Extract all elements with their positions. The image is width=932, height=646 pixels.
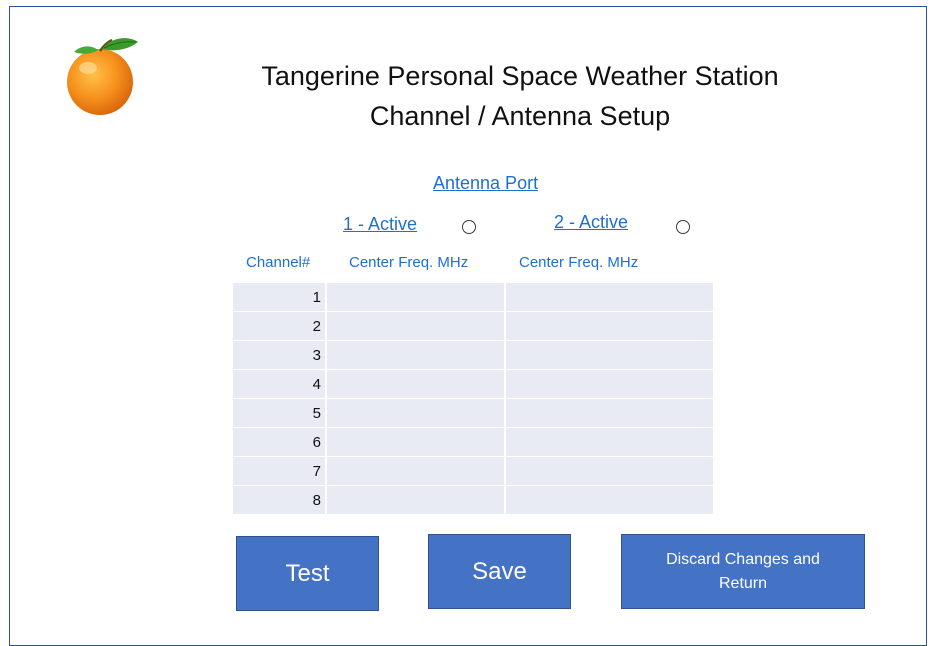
page-subtitle: Channel / Antenna Setup — [369, 101, 671, 131]
channel-number: 2 — [233, 312, 325, 340]
freq2-input[interactable] — [506, 428, 713, 456]
table-row: 7 — [233, 457, 713, 485]
freq1-input[interactable] — [327, 399, 504, 427]
column-header-freq2: Center Freq. MHz — [519, 254, 639, 271]
freq2-input[interactable] — [506, 283, 713, 311]
channel-number: 8 — [233, 486, 325, 514]
freq1-input[interactable] — [327, 457, 504, 485]
freq2-input[interactable] — [506, 457, 713, 485]
freq2-input[interactable] — [506, 399, 713, 427]
freq2-input[interactable] — [506, 486, 713, 514]
channel-number: 4 — [233, 370, 325, 398]
channel-number: 3 — [233, 341, 325, 369]
table-row: 2 — [233, 312, 713, 340]
freq2-input[interactable] — [506, 341, 713, 369]
freq1-input[interactable] — [327, 486, 504, 514]
freq1-input[interactable] — [327, 428, 504, 456]
antenna-port2-radio[interactable] — [676, 220, 690, 234]
antenna-port2-label: 2 - Active — [554, 212, 629, 232]
antenna-port1-radio[interactable] — [462, 220, 476, 234]
column-header-freq1: Center Freq. MHz — [349, 254, 469, 271]
channel-number: 1 — [233, 283, 325, 311]
freq2-input[interactable] — [506, 312, 713, 340]
freq1-input[interactable] — [327, 341, 504, 369]
tangerine-icon — [67, 38, 138, 115]
table-row: 8 — [233, 486, 713, 514]
freq2-input[interactable] — [506, 370, 713, 398]
table-row: 5 — [233, 399, 713, 427]
table-row: 1 — [233, 283, 713, 311]
discard-changes-button[interactable]: Discard Changes and Return — [621, 534, 865, 609]
channel-table: 1 2 3 4 5 6 7 8 — [233, 283, 713, 515]
freq1-input[interactable] — [327, 370, 504, 398]
test-button[interactable]: Test — [236, 536, 379, 611]
antenna-port-label: Antenna Port — [433, 173, 539, 193]
column-header-channel: Channel# — [246, 254, 311, 271]
freq1-input[interactable] — [327, 283, 504, 311]
channel-number: 6 — [233, 428, 325, 456]
channel-number: 7 — [233, 457, 325, 485]
table-row: 4 — [233, 370, 713, 398]
save-button[interactable]: Save — [428, 534, 571, 609]
table-row: 6 — [233, 428, 713, 456]
antenna-port1-label: 1 - Active — [343, 214, 418, 234]
table-row: 3 — [233, 341, 713, 369]
freq1-input[interactable] — [327, 312, 504, 340]
channel-number: 5 — [233, 399, 325, 427]
page-title: Tangerine Personal Space Weather Station — [261, 61, 779, 91]
